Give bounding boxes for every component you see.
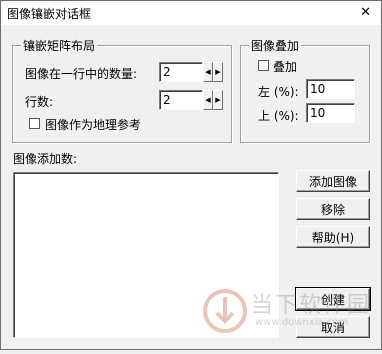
- layout-group-legend: 镶嵌矩阵布局: [21, 37, 98, 54]
- spin-left-icon[interactable]: ◀: [203, 62, 213, 82]
- rows-label: 行数:: [25, 95, 54, 109]
- overlay-checkbox[interactable]: [258, 60, 269, 71]
- window-title: 图像镶嵌对话框: [7, 7, 92, 21]
- left-percent-input[interactable]: [306, 79, 355, 99]
- per-row-spinner[interactable]: ◀ ▶: [203, 62, 223, 82]
- add-image-button[interactable]: 添加图像: [296, 170, 370, 192]
- remove-button[interactable]: 移除: [296, 198, 370, 220]
- per-row-input[interactable]: [159, 62, 203, 82]
- cancel-button[interactable]: 取消: [296, 316, 370, 338]
- georef-label[interactable]: 图像作为地理参考: [45, 116, 141, 133]
- georef-checkbox[interactable]: [29, 118, 40, 129]
- per-row-label: 图像在一行中的数量:: [25, 67, 138, 81]
- spin-right-icon[interactable]: ▶: [213, 90, 223, 110]
- rows-spinner[interactable]: ◀ ▶: [203, 90, 223, 110]
- left-percent-label: 左 (%):: [258, 85, 299, 99]
- create-button[interactable]: 创建: [295, 287, 371, 311]
- spin-right-icon[interactable]: ▶: [213, 62, 223, 82]
- rows-input[interactable]: [159, 90, 203, 110]
- close-icon[interactable]: ✕: [360, 5, 371, 21]
- overlay-group-legend: 图像叠加: [249, 37, 302, 54]
- mosaic-dialog: 图像镶嵌对话框 ✕ 镶嵌矩阵布局 图像在一行中的数量: ◀ ▶ 行数: ◀ ▶ …: [0, 0, 382, 350]
- title-bar: 图像镶嵌对话框 ✕: [1, 1, 381, 25]
- help-button[interactable]: 帮助(H): [296, 226, 370, 248]
- top-percent-label: 上 (%):: [258, 109, 299, 123]
- top-percent-input[interactable]: [306, 103, 355, 123]
- spin-left-icon[interactable]: ◀: [203, 90, 213, 110]
- image-list-label: 图像添加数:: [13, 152, 78, 166]
- image-listbox[interactable]: [13, 172, 279, 338]
- overlay-label[interactable]: 叠加: [273, 58, 297, 75]
